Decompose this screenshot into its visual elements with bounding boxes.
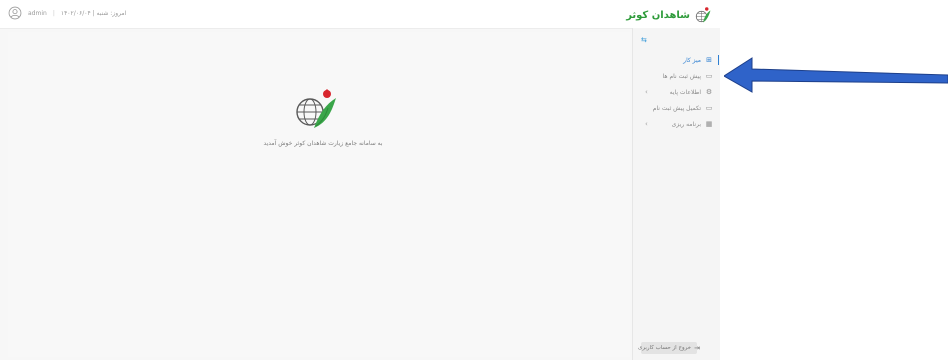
sidebar-item-label: میز کار: [683, 56, 701, 64]
logout-icon: ⇥: [694, 344, 700, 352]
annotation-arrow: [724, 57, 948, 93]
user-circle-icon[interactable]: [8, 6, 22, 20]
dashboard-icon: ⊞: [706, 56, 712, 64]
chevron-left-icon: ‹: [645, 120, 648, 128]
logo-icon: [296, 89, 336, 128]
chevron-left-icon: ‹: [645, 88, 648, 96]
app-window: admin | امروز: شنبه | ۱۴۰۲/۰۶/۰۴ شاهدان …: [0, 0, 720, 360]
top-bar: admin | امروز: شنبه | ۱۴۰۲/۰۶/۰۴ شاهدان …: [0, 0, 720, 29]
document-icon: ▭: [705, 104, 713, 112]
sidebar: ⇆ ⊞ میز کار ▭ پیش ثبت نام ها ⚙ اطلاعات پ…: [632, 28, 720, 360]
logo-icon: [695, 7, 711, 23]
settings-icon: ⚙: [705, 88, 713, 96]
brand-name: شاهدان کوثر: [626, 9, 690, 21]
sidebar-item-complete-preregistration[interactable]: ▭ تکمیل پیش ثبت نام: [639, 100, 719, 116]
logout-button[interactable]: ⇥ خروج از حساب کاربری: [638, 342, 700, 354]
sidebar-nav: ⊞ میز کار ▭ پیش ثبت نام ها ⚙ اطلاعات پای…: [639, 52, 719, 132]
divider: |: [52, 9, 55, 17]
brand[interactable]: شاهدان کوثر: [626, 6, 712, 24]
sidebar-item-label: پیش ثبت نام ها: [662, 72, 701, 80]
welcome-message: به سامانه جامع زیارت شاهدان کوثر خوش آمد…: [263, 140, 383, 147]
sidebar-item-label: برنامه ریزی: [671, 120, 701, 128]
sidebar-item-label: تکمیل پیش ثبت نام: [652, 104, 701, 112]
username-label: admin: [28, 9, 47, 17]
main-content: به سامانه جامع زیارت شاهدان کوثر خوش آمد…: [8, 32, 630, 357]
sidebar-item-base-info[interactable]: ⚙ اطلاعات پایه ‹: [639, 84, 719, 100]
calendar-icon: ▦: [705, 120, 713, 128]
sidebar-item-preregistrations[interactable]: ▭ پیش ثبت نام ها: [639, 68, 719, 84]
collapse-icon[interactable]: ⇆: [641, 36, 647, 44]
sidebar-item-dashboard[interactable]: ⊞ میز کار: [639, 52, 719, 68]
document-icon: ▭: [705, 72, 713, 80]
user-area[interactable]: admin | امروز: شنبه | ۱۴۰۲/۰۶/۰۴: [8, 6, 126, 20]
sidebar-item-label: اطلاعات پایه: [669, 88, 701, 96]
sidebar-item-planning[interactable]: ▦ برنامه ریزی ‹: [639, 116, 719, 132]
logout-label: خروج از حساب کاربری: [638, 345, 692, 351]
date-label: امروز: شنبه | ۱۴۰۲/۰۶/۰۴: [60, 9, 127, 17]
